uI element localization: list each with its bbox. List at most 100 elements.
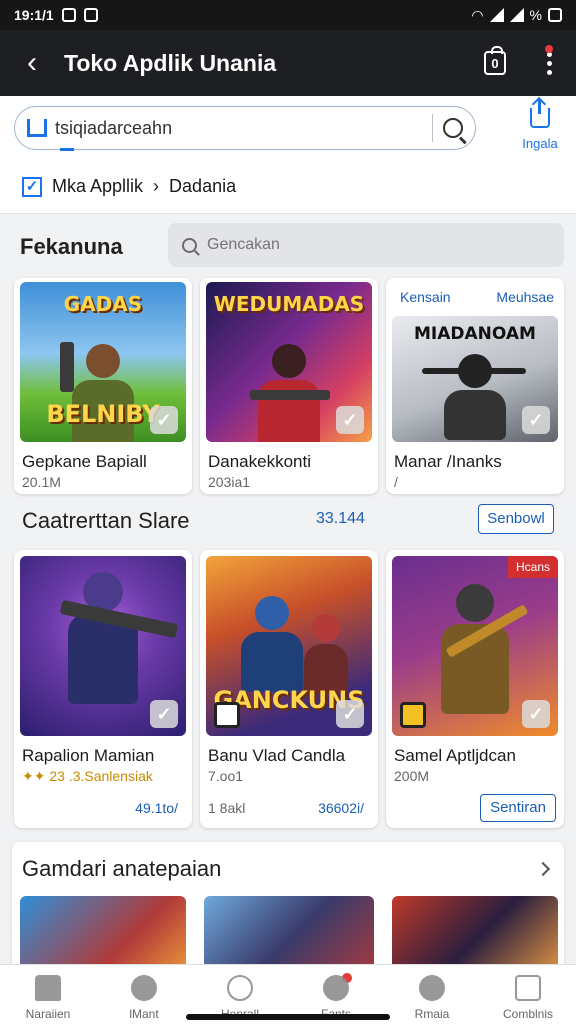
app-card[interactable]: GADAS BELNIBY ✓ Gepkane Bapiall 20.1M bbox=[14, 278, 192, 494]
share-label: Ingala bbox=[522, 136, 558, 151]
app-bar: ‹ Toko Apdlik Unania 0 bbox=[0, 30, 576, 96]
card-tag-left: Kensain bbox=[400, 289, 451, 305]
installed-check-icon: ✓ bbox=[150, 700, 178, 728]
app-artwork: WEDUMADAS ✓ bbox=[206, 282, 372, 442]
soldier-figure bbox=[68, 572, 138, 704]
search-box[interactable] bbox=[14, 106, 476, 150]
app-size: 7.oo1 bbox=[208, 768, 244, 784]
search-area: ✓ Mka Appllik › Dadania bbox=[0, 96, 576, 214]
shopping-bag-icon: 0 bbox=[484, 46, 506, 75]
back-button[interactable]: ‹ bbox=[0, 48, 64, 78]
nav-search[interactable]: lMant bbox=[96, 965, 192, 1024]
app-size: / bbox=[394, 474, 398, 490]
art-title: GADAS bbox=[63, 292, 143, 316]
app-name: Samel Aptljdcan bbox=[394, 746, 516, 765]
installed-check-icon: ✓ bbox=[522, 406, 550, 434]
app-card[interactable]: GANCKUNS ✓ Banu Vlad Candla 7.oo1 1 8akl… bbox=[200, 550, 378, 828]
app-rating: ✦✦ 23 .3.Sanlensiak bbox=[22, 768, 153, 784]
filter-box[interactable] bbox=[168, 223, 564, 267]
nav-search-label: lMant bbox=[129, 1007, 159, 1021]
search-cursor bbox=[60, 148, 74, 151]
nav-feedback[interactable]: Rmaia bbox=[384, 965, 480, 1024]
hero-figure bbox=[241, 596, 304, 692]
app-card[interactable]: Kensain Meuhsae MIADANOAM ✓ Manar /Inank… bbox=[386, 278, 564, 494]
app-downloads: 1 8akl bbox=[208, 800, 246, 816]
hero-figure-2 bbox=[303, 614, 348, 694]
section-action-button[interactable]: Senbowl bbox=[478, 504, 554, 534]
app-card[interactable]: WEDUMADAS ✓ Danakekkonti 203ia1 bbox=[200, 278, 378, 494]
filter-search-icon bbox=[182, 237, 197, 253]
section-count: 33.144 bbox=[316, 510, 365, 527]
app-name: Manar /Inanks bbox=[394, 452, 502, 471]
app-size: 203ia1 bbox=[208, 474, 251, 490]
nav-home-label: Naraiien bbox=[25, 1007, 71, 1021]
home-icon bbox=[35, 975, 61, 1001]
search-input[interactable] bbox=[55, 117, 422, 139]
search-icon[interactable] bbox=[443, 118, 463, 138]
more-vert-icon bbox=[544, 44, 553, 75]
app-card[interactable]: ✓ Rapalion Mamian ✦✦ 23 .3.Sanlensiak 49… bbox=[14, 550, 192, 828]
wifi-icon: ◠ bbox=[471, 6, 484, 23]
chevron-right-icon[interactable] bbox=[535, 861, 551, 877]
face-icon bbox=[419, 975, 445, 1001]
app-artwork: ✓ bbox=[20, 556, 186, 736]
installed-check-icon: ✓ bbox=[336, 406, 364, 434]
edit-icon bbox=[515, 975, 541, 1001]
signal-2-icon bbox=[509, 8, 524, 22]
gauge-icon bbox=[227, 975, 253, 1001]
installed-check-icon: ✓ bbox=[522, 700, 550, 728]
installed-check-icon: ✓ bbox=[150, 406, 178, 434]
game-badge-icon bbox=[400, 702, 426, 728]
people-icon bbox=[323, 975, 349, 1001]
status-time: 19:1/1 bbox=[14, 7, 54, 23]
app-name: Banu Vlad Candla bbox=[208, 746, 346, 765]
app-name: Gepkane Bapiall bbox=[22, 452, 147, 471]
app-artwork: MIADANOAM ✓ bbox=[392, 316, 558, 442]
filter-input[interactable] bbox=[207, 236, 550, 254]
app-notification-icon bbox=[83, 8, 98, 22]
section-card: Gamdari anatepaian bbox=[12, 842, 564, 986]
app-size: 20.1M bbox=[22, 474, 61, 490]
page-title: Toko Apdlik Unania bbox=[64, 49, 277, 76]
app-name: Danakekkonti bbox=[208, 452, 312, 471]
store-logo-icon bbox=[27, 119, 47, 137]
nav-feedback-label: Rmaia bbox=[414, 1007, 450, 1021]
notification-icon bbox=[61, 8, 76, 22]
share-button[interactable]: Ingala bbox=[510, 100, 570, 151]
breadcrumb: ✓ Mka Appllik › Dadania bbox=[22, 176, 236, 197]
status-bar: 19:1/1 ◠ % bbox=[0, 0, 576, 30]
featured-title: Fekanuna bbox=[20, 234, 123, 259]
cart-button[interactable]: 0 bbox=[468, 46, 522, 75]
share-icon bbox=[530, 100, 550, 128]
app-price-link[interactable]: 49.1to/ bbox=[135, 800, 178, 816]
app-artwork: GANCKUNS ✓ bbox=[206, 556, 372, 736]
app-artwork: Hcans ✓ bbox=[392, 556, 558, 736]
nav-edit[interactable]: Comblnis bbox=[480, 965, 576, 1024]
bag-count: 0 bbox=[491, 55, 499, 71]
battery-icon bbox=[548, 8, 562, 22]
nav-home[interactable]: Naraiien bbox=[0, 965, 96, 1024]
home-indicator[interactable] bbox=[186, 1014, 390, 1020]
app-size: 200M bbox=[394, 768, 430, 784]
section-title: Gamdari anatepaian bbox=[22, 856, 222, 881]
install-button[interactable]: Sentiran bbox=[480, 794, 556, 822]
nav-edit-label: Comblnis bbox=[502, 1007, 553, 1021]
search-divider bbox=[432, 114, 433, 142]
notification-dot bbox=[544, 44, 553, 53]
art-title: WEDUMADAS bbox=[213, 292, 365, 316]
checkbox-icon[interactable]: ✓ bbox=[22, 176, 42, 197]
section-title: Caatrerttan Slare bbox=[22, 508, 190, 533]
promo-tag: Hcans bbox=[507, 556, 558, 578]
battery-percent: % bbox=[529, 7, 542, 23]
app-price-link[interactable]: 36602i/ bbox=[318, 800, 364, 816]
card-tag-right: Meuhsae bbox=[496, 289, 554, 305]
breadcrumb-root[interactable]: Mka Appllik bbox=[52, 176, 143, 197]
app-card[interactable]: Hcans ✓ Samel Aptljdcan 200M Sentiran bbox=[386, 550, 564, 828]
app-artwork: GADAS BELNIBY ✓ bbox=[20, 282, 186, 442]
breadcrumb-current: Dadania bbox=[169, 176, 237, 196]
installed-check-icon: ✓ bbox=[336, 700, 364, 728]
search-nav-icon bbox=[131, 975, 157, 1001]
more-options-button[interactable] bbox=[522, 44, 576, 75]
breadcrumb-separator: › bbox=[153, 176, 160, 196]
signal-icon bbox=[489, 8, 504, 22]
